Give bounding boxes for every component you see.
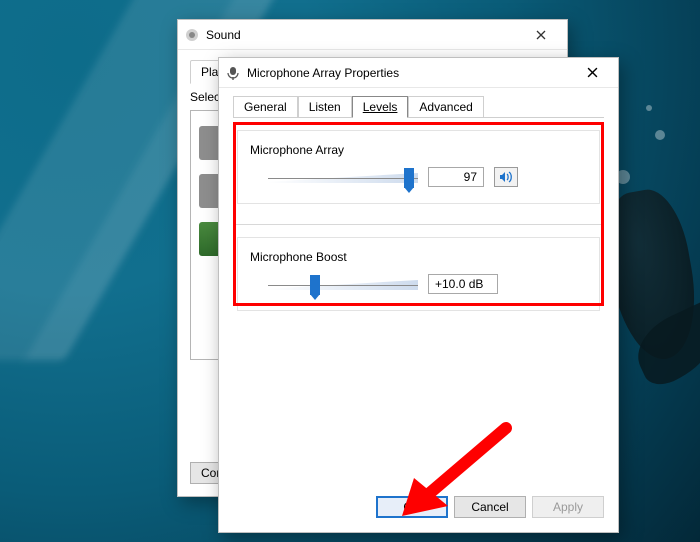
mic-level-value[interactable]: [428, 167, 484, 187]
tab-general[interactable]: General: [233, 96, 298, 118]
mic-mute-button[interactable]: [494, 167, 518, 187]
props-window-title: Microphone Array Properties: [247, 66, 572, 80]
mic-boost-group: Microphone Boost: [237, 237, 600, 311]
sound-titlebar[interactable]: Sound: [178, 20, 567, 50]
separator: [233, 224, 604, 225]
mic-boost-label: Microphone Boost: [250, 250, 587, 264]
mic-boost-value[interactable]: [428, 274, 498, 294]
tab-levels[interactable]: Levels: [352, 96, 409, 118]
sound-close-button[interactable]: [521, 20, 561, 50]
close-icon: [587, 67, 598, 78]
tab-listen[interactable]: Listen: [298, 96, 352, 118]
mic-level-label: Microphone Array: [250, 143, 587, 157]
mic-level-thumb[interactable]: [404, 168, 414, 188]
sound-window-title: Sound: [206, 28, 521, 42]
mic-level-group: Microphone Array: [237, 130, 600, 204]
props-close-button[interactable]: [572, 58, 612, 88]
speaker-icon: [498, 169, 514, 185]
speaker-app-icon: [184, 27, 200, 43]
mic-boost-thumb[interactable]: [310, 275, 320, 295]
props-button-row: OK Cancel Apply: [233, 488, 604, 522]
props-tabs: General Listen Levels Advanced: [233, 94, 604, 118]
close-icon: [536, 30, 546, 40]
tab-advanced[interactable]: Advanced: [408, 96, 483, 118]
cancel-button[interactable]: Cancel: [454, 496, 526, 518]
apply-button[interactable]: Apply: [532, 496, 604, 518]
mic-app-icon: [225, 65, 241, 81]
props-titlebar[interactable]: Microphone Array Properties: [219, 58, 618, 88]
levels-panel: Microphone Array: [233, 118, 604, 488]
mic-level-slider[interactable]: [268, 171, 418, 183]
mic-boost-slider[interactable]: [268, 278, 418, 290]
mic-properties-window: Microphone Array Properties General List…: [218, 57, 619, 533]
ok-button[interactable]: OK: [376, 496, 448, 518]
